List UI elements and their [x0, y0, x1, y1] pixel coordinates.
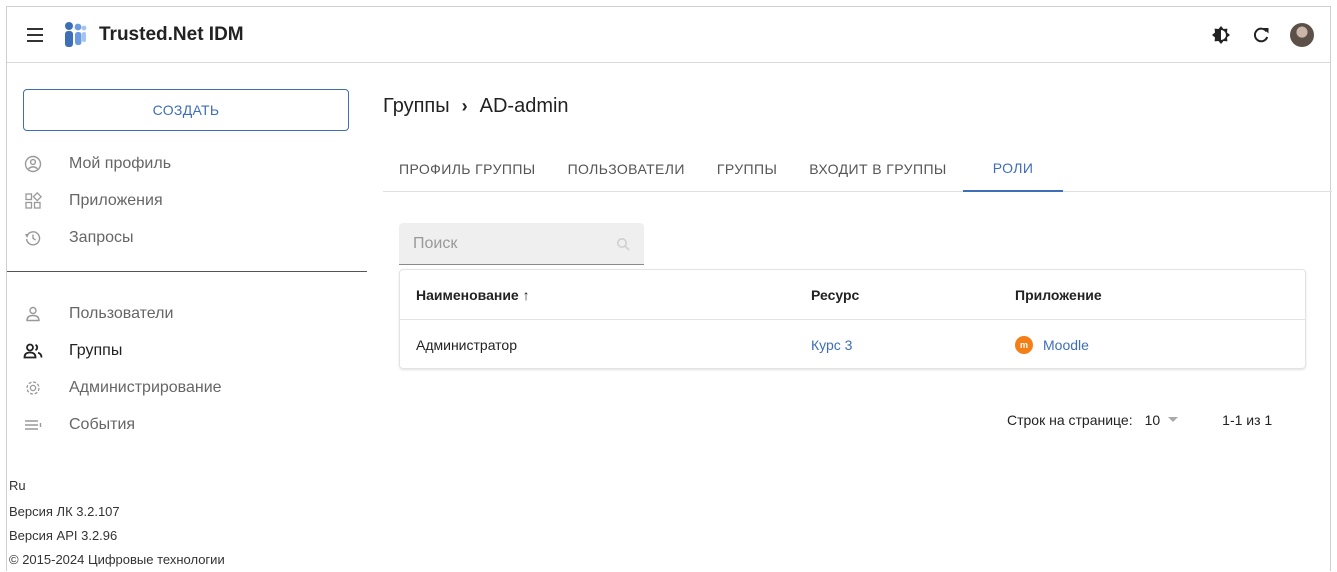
logo-icon	[65, 21, 87, 47]
column-header-name[interactable]: Наименование ↑	[416, 287, 530, 303]
sidebar-item-label: Пользователи	[69, 305, 174, 322]
moodle-icon: m	[1015, 335, 1033, 354]
create-button[interactable]: СОЗДАТЬ	[23, 89, 349, 131]
history-icon	[23, 228, 43, 248]
sidebar-item-events[interactable]: События	[23, 410, 135, 440]
pagination: Строк на странице: 10 1-1 из 1	[1007, 412, 1272, 428]
sidebar-item-label: События	[69, 416, 136, 433]
breadcrumb-parent[interactable]: Группы	[383, 95, 450, 118]
sidebar-item-requests[interactable]: Запросы	[23, 223, 134, 253]
cell-resource-link[interactable]: Курс 3	[811, 337, 852, 353]
sidebar-item-groups[interactable]: Группы	[23, 336, 122, 366]
app-title: Trusted.Net IDM	[99, 23, 244, 45]
copyright: © 2015-2024 Цифровые технологии	[9, 552, 225, 567]
refresh-icon[interactable]	[1250, 24, 1272, 46]
sidebar-item-profile[interactable]: Мой профиль	[23, 149, 171, 179]
sidebar: СОЗДАТЬ Мой профиль Приложения Запросы П…	[7, 64, 367, 572]
tab-users[interactable]: ПОЛЬЗОВАТЕЛИ	[552, 146, 701, 192]
sidebar-item-label: Группы	[69, 342, 123, 359]
tab-groups[interactable]: ГРУППЫ	[701, 146, 793, 192]
sidebar-item-label: Администрирование	[69, 379, 222, 396]
gear-icon	[23, 378, 43, 398]
breadcrumb-current: AD-admin	[479, 95, 569, 117]
header-actions	[1210, 22, 1314, 47]
tab-group-profile[interactable]: ПРОФИЛЬ ГРУППЫ	[383, 146, 552, 192]
version-lk: Версия ЛК 3.2.107	[9, 504, 120, 519]
theme-icon[interactable]	[1210, 24, 1232, 46]
rows-per-page-value: 10	[1144, 412, 1161, 428]
chevron-right-icon: ›	[461, 96, 468, 116]
app-bar: Trusted.Net IDM	[7, 7, 1330, 63]
cell-app-link[interactable]: Moodle	[1043, 337, 1089, 353]
search-input[interactable]	[413, 234, 593, 253]
rows-per-page-select[interactable]: 10	[1145, 412, 1179, 428]
tab-bar: ПРОФИЛЬ ГРУППЫ ПОЛЬЗОВАТЕЛИ ГРУППЫ ВХОДИ…	[383, 146, 1332, 192]
events-icon	[23, 415, 43, 435]
profile-icon	[23, 154, 43, 174]
cell-app[interactable]: m Moodle	[1015, 335, 1089, 354]
sidebar-divider	[7, 271, 367, 272]
tab-roles[interactable]: РОЛИ	[962, 146, 1064, 192]
avatar[interactable]	[1290, 22, 1314, 47]
tab-member-of[interactable]: ВХОДИТ В ГРУППЫ	[793, 146, 962, 192]
groups-icon	[23, 341, 43, 361]
sidebar-item-users[interactable]: Пользователи	[23, 299, 173, 329]
table-row[interactable]: Администратор Курс 3 m Moodle	[400, 320, 1305, 369]
search-field[interactable]	[399, 223, 644, 265]
menu-icon[interactable]	[23, 23, 47, 47]
sidebar-item-label: Приложения	[69, 192, 163, 209]
apps-icon	[23, 191, 43, 211]
sidebar-item-apps[interactable]: Приложения	[23, 186, 163, 216]
version-api: Версия API 3.2.96	[9, 528, 118, 543]
cell-name: Администратор	[416, 336, 518, 353]
rows-per-page-label: Строк на странице:	[1007, 412, 1133, 428]
roles-table: Наименование ↑ Ресурс Приложение Админис…	[399, 269, 1306, 369]
page-range: 1-1 из 1	[1222, 412, 1273, 428]
language-switch[interactable]: Ru	[9, 478, 26, 493]
app-window: Trusted.Net IDM СОЗДАТЬ Мой профиль Прил…	[6, 6, 1332, 572]
column-header-app[interactable]: Приложение	[1015, 287, 1102, 303]
sidebar-item-administration[interactable]: Администрирование	[23, 373, 222, 403]
user-icon	[23, 304, 43, 324]
search-icon	[617, 237, 630, 251]
chevron-down-icon	[1168, 417, 1179, 422]
column-header-resource[interactable]: Ресурс	[811, 287, 859, 303]
sidebar-item-label: Мой профиль	[69, 155, 172, 172]
breadcrumb: Группы › AD-admin	[383, 95, 569, 118]
sidebar-item-label: Запросы	[69, 229, 134, 246]
table-header: Наименование ↑ Ресурс Приложение	[400, 270, 1305, 320]
